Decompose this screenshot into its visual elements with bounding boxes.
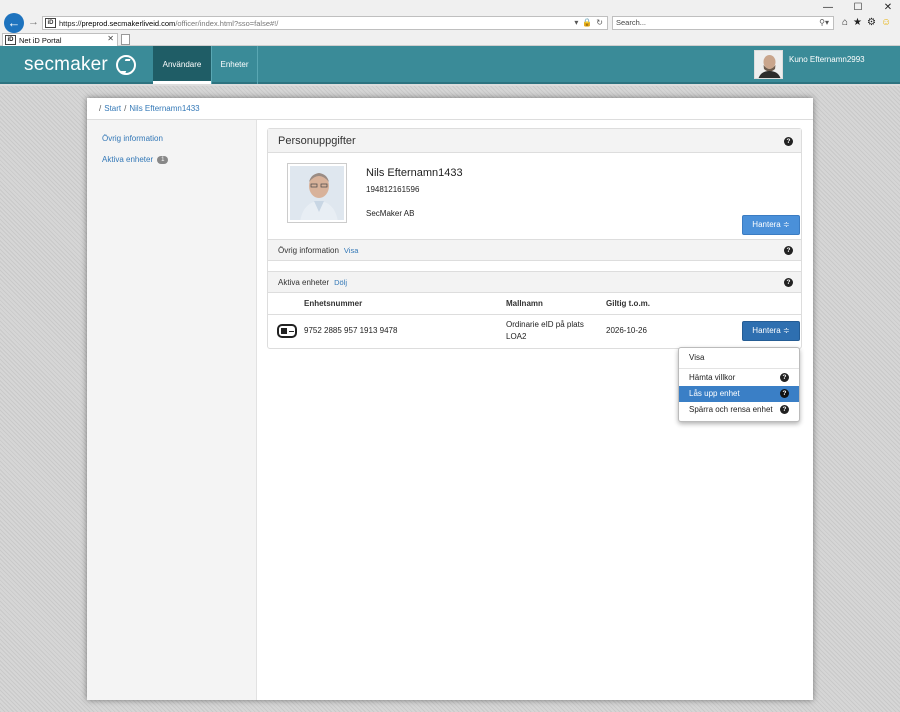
manage-device-button[interactable]: Hantera ≑ — [742, 321, 800, 341]
column-header-template: Mallnamn — [506, 299, 543, 308]
help-icon[interactable]: ? — [780, 389, 789, 398]
help-icon[interactable]: ? — [780, 405, 789, 414]
home-icon[interactable]: ⌂ — [842, 17, 848, 28]
help-icon[interactable]: ? — [784, 137, 793, 146]
close-tab-icon[interactable]: ✕ — [107, 34, 114, 43]
valid-until: 2026-10-26 — [606, 326, 647, 335]
browser-toolbar: ⌂ ★ ⚙ ☺ — [842, 17, 891, 28]
tab-favicon: iD — [5, 35, 16, 45]
search-icon[interactable]: ⚲▾ — [819, 17, 829, 29]
menu-item-label: Hämta villkor — [689, 373, 736, 382]
section-title: Övrig information — [278, 246, 339, 255]
url-domain: preprod.secmakerliveid.com — [81, 18, 176, 28]
help-icon[interactable]: ? — [780, 373, 789, 382]
devices-table-header: Enhetsnummer Mallnamn Giltig t.o.m. — [268, 293, 801, 315]
person-name: Nils Efternamn1433 — [366, 167, 463, 179]
panel-title-text: Personuppgifter — [278, 135, 356, 147]
menu-divider — [679, 368, 799, 369]
count-badge: 1 — [157, 155, 169, 164]
section-title: Aktiva enheter — [278, 278, 330, 287]
personal-number: 194812161596 — [366, 185, 420, 194]
hide-devices-link[interactable]: Dölj — [334, 278, 347, 287]
sidebar-item-active-devices[interactable]: Aktiva enheter 1 — [102, 155, 169, 164]
active-devices-section: Aktiva enheter Dölj ? — [268, 271, 801, 293]
table-row: 9752 2885 957 1913 9478 Ordinarie eID på… — [268, 315, 801, 347]
breadcrumb-start[interactable]: Start — [104, 104, 121, 113]
avatar-person-icon — [755, 51, 782, 78]
tab-title: Net iD Portal — [19, 35, 62, 45]
logo-text: secmaker — [24, 54, 108, 75]
sidebar-item-label: Övrig information — [102, 134, 163, 143]
new-tab-button[interactable] — [121, 34, 130, 45]
tab-row: iD Net iD Portal ✕ — [0, 32, 900, 46]
logo-mark-icon — [115, 55, 136, 75]
breadcrumb-current[interactable]: Nils Efternamn1433 — [129, 104, 199, 113]
device-actions-menu: Visa Hämta villkor ? Lås upp enhet ? Spä… — [678, 347, 800, 422]
back-arrow-icon[interactable]: ← — [4, 13, 24, 33]
template-name: Ordinarie eID på plats — [506, 320, 584, 329]
help-icon[interactable]: ? — [784, 246, 793, 255]
url-scheme: https:// — [59, 18, 82, 28]
panel-title: Personuppgifter ? — [268, 129, 801, 153]
smiley-icon[interactable]: ☺ — [881, 17, 891, 28]
maximize-icon[interactable]: ☐ — [852, 2, 864, 14]
person-details: Nils Efternamn1433 194812161596 SecMaker… — [268, 153, 801, 239]
gear-icon[interactable]: ⚙ — [867, 17, 876, 28]
menu-item-unlock-device[interactable]: Lås upp enhet ? — [679, 386, 799, 402]
menu-item-label: Spärra och rensa enhet — [689, 405, 773, 414]
refresh-icon[interactable]: ↻ — [596, 18, 603, 27]
search-placeholder: Search... — [616, 18, 647, 27]
template-level: LOA2 — [506, 332, 527, 341]
close-window-icon[interactable]: ✕ — [882, 2, 894, 14]
search-input[interactable]: Search... ⚲▾ — [612, 16, 834, 30]
sidebar: Övrig information Aktiva enheter 1 — [87, 120, 257, 700]
person-photo — [287, 163, 347, 223]
show-other-info-link[interactable]: Visa — [344, 246, 358, 255]
secmaker-logo[interactable]: secmaker — [24, 54, 136, 76]
smart-card-icon — [277, 324, 297, 338]
manage-person-button[interactable]: Hantera ≑ — [742, 215, 800, 235]
user-avatar — [754, 50, 783, 79]
nav-tab-devices[interactable]: Enheter — [211, 46, 258, 84]
window-controls: — ☐ ✕ — [822, 2, 894, 14]
person-portrait-icon — [290, 166, 344, 220]
browser-tab[interactable]: iD Net iD Portal ✕ — [2, 33, 118, 46]
person-panel: Personuppgifter ? Nils Efternamn1433 194… — [267, 128, 802, 349]
star-icon[interactable]: ★ — [853, 17, 862, 28]
address-bar[interactable]: iD https://preprod.secmakerliveid.com/of… — [42, 16, 608, 30]
browser-chrome: — ☐ ✕ ← → iD https://preprod.secmakerliv… — [0, 0, 900, 46]
minimize-icon[interactable]: — — [822, 2, 834, 14]
nav-tab-users[interactable]: Användare — [153, 46, 211, 84]
url-text: https://preprod.secmakerliveid.com/offic… — [59, 19, 278, 28]
lock-icon[interactable]: 🔒 — [582, 18, 592, 27]
url-path: /officer/index.html?sso=false#!/ — [175, 18, 279, 28]
photo-image — [290, 166, 344, 220]
breadcrumb-separator: / — [124, 104, 127, 113]
breadcrumb: / Start / Nils Efternamn1433 — [87, 98, 813, 120]
forward-arrow-icon[interactable]: → — [28, 16, 39, 28]
organization: SecMaker AB — [366, 209, 415, 218]
device-number: 9752 2885 957 1913 9478 — [304, 326, 398, 335]
navigation-row: ← → iD https://preprod.secmakerliveid.co… — [0, 13, 900, 33]
dropdown-arrow-icon[interactable]: ▾ — [574, 18, 578, 27]
help-icon[interactable]: ? — [784, 278, 793, 287]
column-header-device-number: Enhetsnummer — [304, 299, 363, 308]
column-header-valid-until: Giltig t.o.m. — [606, 299, 650, 308]
sidebar-item-label: Aktiva enheter — [102, 155, 154, 164]
user-menu[interactable]: Kuno Efternamn2993 — [754, 50, 865, 79]
sidebar-item-other-info[interactable]: Övrig information — [102, 134, 163, 143]
menu-item-get-terms[interactable]: Hämta villkor ? — [679, 370, 799, 386]
site-favicon: iD — [45, 18, 56, 28]
menu-item-block-and-wipe[interactable]: Spärra och rensa enhet ? — [679, 402, 799, 418]
breadcrumb-separator: / — [99, 104, 102, 113]
menu-item-label: Lås upp enhet — [689, 389, 740, 398]
menu-item-show[interactable]: Visa — [679, 350, 799, 366]
menu-item-label: Visa — [689, 353, 705, 362]
other-info-section: Övrig information Visa ? — [268, 239, 801, 261]
address-bar-actions: ▾ 🔒 ↻ — [574, 18, 603, 27]
user-name: Kuno Efternamn2993 — [789, 55, 865, 64]
